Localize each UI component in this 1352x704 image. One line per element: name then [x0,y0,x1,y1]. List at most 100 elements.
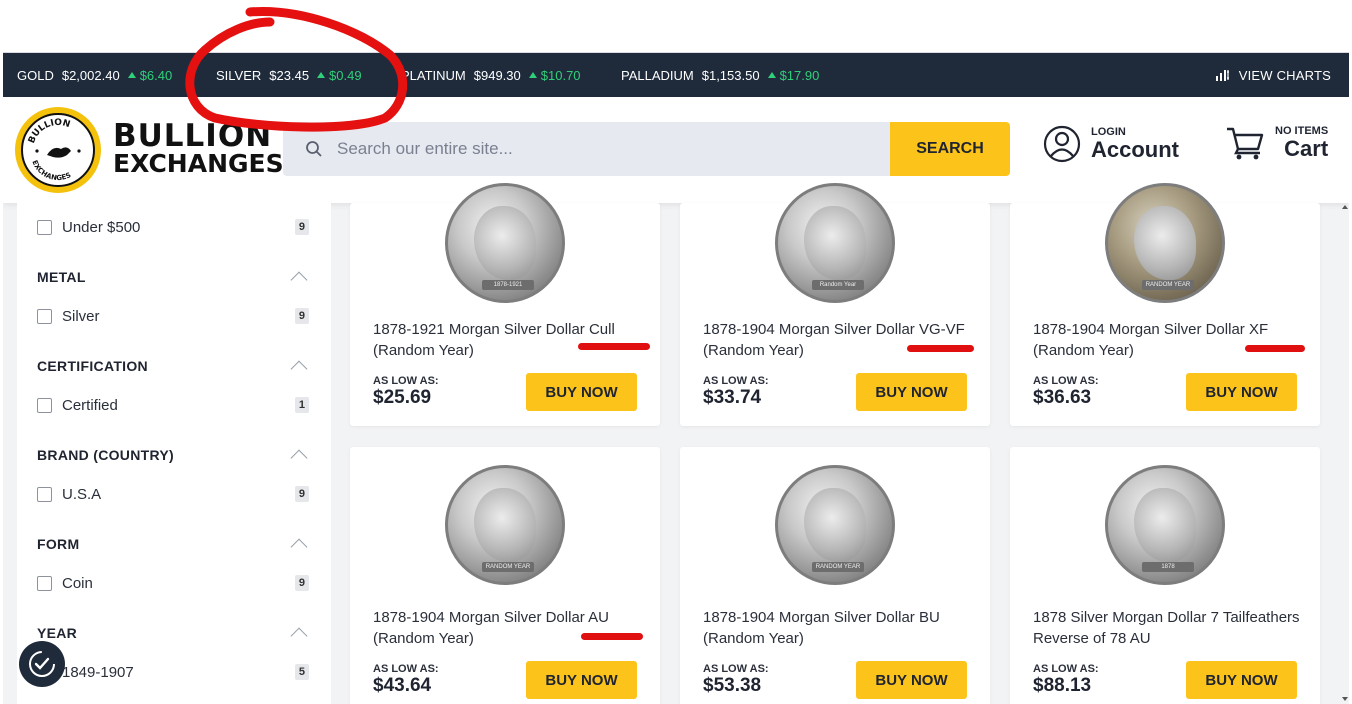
product-card[interactable]: RANDOM YEAR 1878-1904 Morgan Silver Doll… [350,447,660,704]
ticker-change: $10.70 [528,68,581,83]
filter-option-label: Under $500 [62,218,141,236]
ticker-price: $2,002.40 [61,67,120,83]
product-price: $43.64 [373,675,432,696]
checkbox[interactable] [37,219,52,235]
coin-image[interactable]: RANDOM YEAR [1105,183,1225,303]
chevron-up-icon [290,627,308,645]
product-title[interactable]: 1878-1904 Morgan Silver Dollar VG-VF (Ra… [703,319,973,361]
coin-year-tag: RANDOM YEAR [1142,280,1194,290]
page-scrollbar[interactable] [1341,203,1349,703]
product-card[interactable]: 1878 1878 Silver Morgan Dollar 7 Tailfea… [1010,447,1320,704]
checkbox[interactable] [37,397,52,413]
product-card[interactable]: RANDOM YEAR 1878-1904 Morgan Silver Doll… [1010,183,1320,426]
ticker-price: $23.45 [269,67,310,83]
cart-icon [1227,127,1264,160]
filter-option-label: Silver [62,307,100,325]
buy-now-button[interactable]: BUY NOW [856,373,967,411]
filter-option-coin[interactable]: Coin 9 [37,571,309,595]
coin-image[interactable]: Random Year [775,183,895,303]
product-card[interactable]: RANDOM YEAR 1878-1904 Morgan Silver Doll… [680,447,990,704]
view-charts-link[interactable]: VIEW CHARTS [1215,53,1331,97]
ticker-palladium[interactable]: PALLADIUM $1,153.50 $17.90 [621,53,819,97]
product-price: $53.38 [703,675,762,696]
search-button[interactable]: SEARCH [890,122,1010,176]
checkbox[interactable] [37,575,52,591]
coin-image[interactable]: 1878-1921 [445,183,565,303]
ticker-gold[interactable]: GOLD $2,002.40 $6.40 [17,53,172,97]
coin-image[interactable]: 1878 [1105,465,1225,585]
coin-year-tag: RANDOM YEAR [812,562,864,572]
buy-now-button[interactable]: BUY NOW [1186,373,1297,411]
filter-group-title: CERTIFICATION [37,358,148,374]
logo-line2: EXCHANGES [113,149,284,178]
checkbox[interactable] [37,308,52,324]
account-link[interactable]: LOGIN Account [1043,125,1179,163]
coin-year-tag: Random Year [812,280,864,290]
chevron-up-icon [290,360,308,378]
coin-image[interactable]: RANDOM YEAR [775,465,895,585]
filter-option-1849-1907[interactable]: 1849-1907 5 [37,660,309,684]
filter-option-certified[interactable]: Certified 1 [37,393,309,417]
filter-option-label: U.S.A [62,485,102,503]
logo-badge-inner: BULLION EXCHANGES [21,113,95,187]
chevron-up-icon [290,538,308,556]
filter-group-title: METAL [37,269,86,285]
ticker-platinum[interactable]: PLATINUM $949.30 $10.70 [401,53,581,97]
ticker-change-value: $17.90 [779,67,820,83]
price-label: AS LOW AS: [373,375,439,387]
product-title[interactable]: 1878-1904 Morgan Silver Dollar AU (Rando… [373,607,643,649]
accessibility-widget-button[interactable] [19,641,65,687]
up-arrow-icon [127,72,136,78]
chevron-up-icon [290,449,308,467]
product-title[interactable]: 1878-1921 Morgan Silver Dollar Cull (Ran… [373,319,643,361]
product-title[interactable]: 1878-1904 Morgan Silver Dollar XF (Rando… [1033,319,1303,361]
svg-text:EXCHANGES: EXCHANGES [30,159,72,182]
price-label: AS LOW AS: [703,375,769,387]
filter-group-brand[interactable]: BRAND (COUNTRY) [37,443,309,467]
product-title[interactable]: 1878 Silver Morgan Dollar 7 Tailfeathers… [1033,607,1303,649]
filter-option-usa[interactable]: U.S.A 9 [37,482,309,506]
up-arrow-icon [528,72,537,78]
filter-group-form[interactable]: FORM [37,532,309,556]
buy-now-button[interactable]: BUY NOW [856,661,967,699]
filter-option-silver[interactable]: Silver 9 [37,304,309,328]
buy-now-button[interactable]: BUY NOW [526,373,637,411]
coin-portrait [1134,206,1196,280]
search-bar: SEARCH [283,122,1010,176]
filter-group-year[interactable]: YEAR [37,621,309,645]
cart-link[interactable]: NO ITEMS Cart [1225,125,1328,161]
checkbox[interactable] [37,486,52,502]
product-card[interactable]: 1878-1921 1878-1921 Morgan Silver Dollar… [350,183,660,426]
filter-option-under-500[interactable]: Under $500 9 [37,215,309,239]
search-input[interactable] [337,139,857,159]
price-label: AS LOW AS: [373,663,439,675]
product-price: $36.63 [1033,387,1092,408]
badge-bottom-text: EXCHANGES [30,159,72,182]
coin-portrait [474,488,536,562]
accessibility-icon [29,651,55,677]
product-title[interactable]: 1878-1904 Morgan Silver Dollar BU (Rando… [703,607,973,649]
filter-count-badge: 9 [294,308,309,324]
filter-group-title: BRAND (COUNTRY) [37,447,174,463]
coin-image[interactable]: RANDOM YEAR [445,465,565,585]
filter-option-label: Coin [62,574,93,592]
product-card[interactable]: Random Year 1878-1904 Morgan Silver Doll… [680,183,990,426]
filter-group-metal[interactable]: METAL [37,265,309,289]
buy-now-button[interactable]: BUY NOW [1186,661,1297,699]
product-price: $88.13 [1033,675,1092,696]
price-label: AS LOW AS: [1033,375,1099,387]
site-logo[interactable]: BULLION EXCHANGES BULLION EXCHANGES [15,107,284,193]
account-label: Account [1091,137,1179,162]
filter-group-certification[interactable]: CERTIFICATION [37,354,309,378]
coin-year-tag: 1878-1921 [482,280,534,290]
bull-emblem-icon: BULLION EXCHANGES [27,118,81,182]
underline-annotation [578,343,650,350]
view-charts-label: VIEW CHARTS [1238,67,1331,83]
ticker-silver[interactable]: SILVER $23.45 $0.49 [216,53,362,97]
coin-portrait [804,488,866,562]
chart-icon [1215,70,1229,81]
product-price: $33.74 [703,387,762,408]
buy-now-button[interactable]: BUY NOW [526,661,637,699]
search-icon [306,141,322,157]
ticker-price: $949.30 [473,67,521,83]
